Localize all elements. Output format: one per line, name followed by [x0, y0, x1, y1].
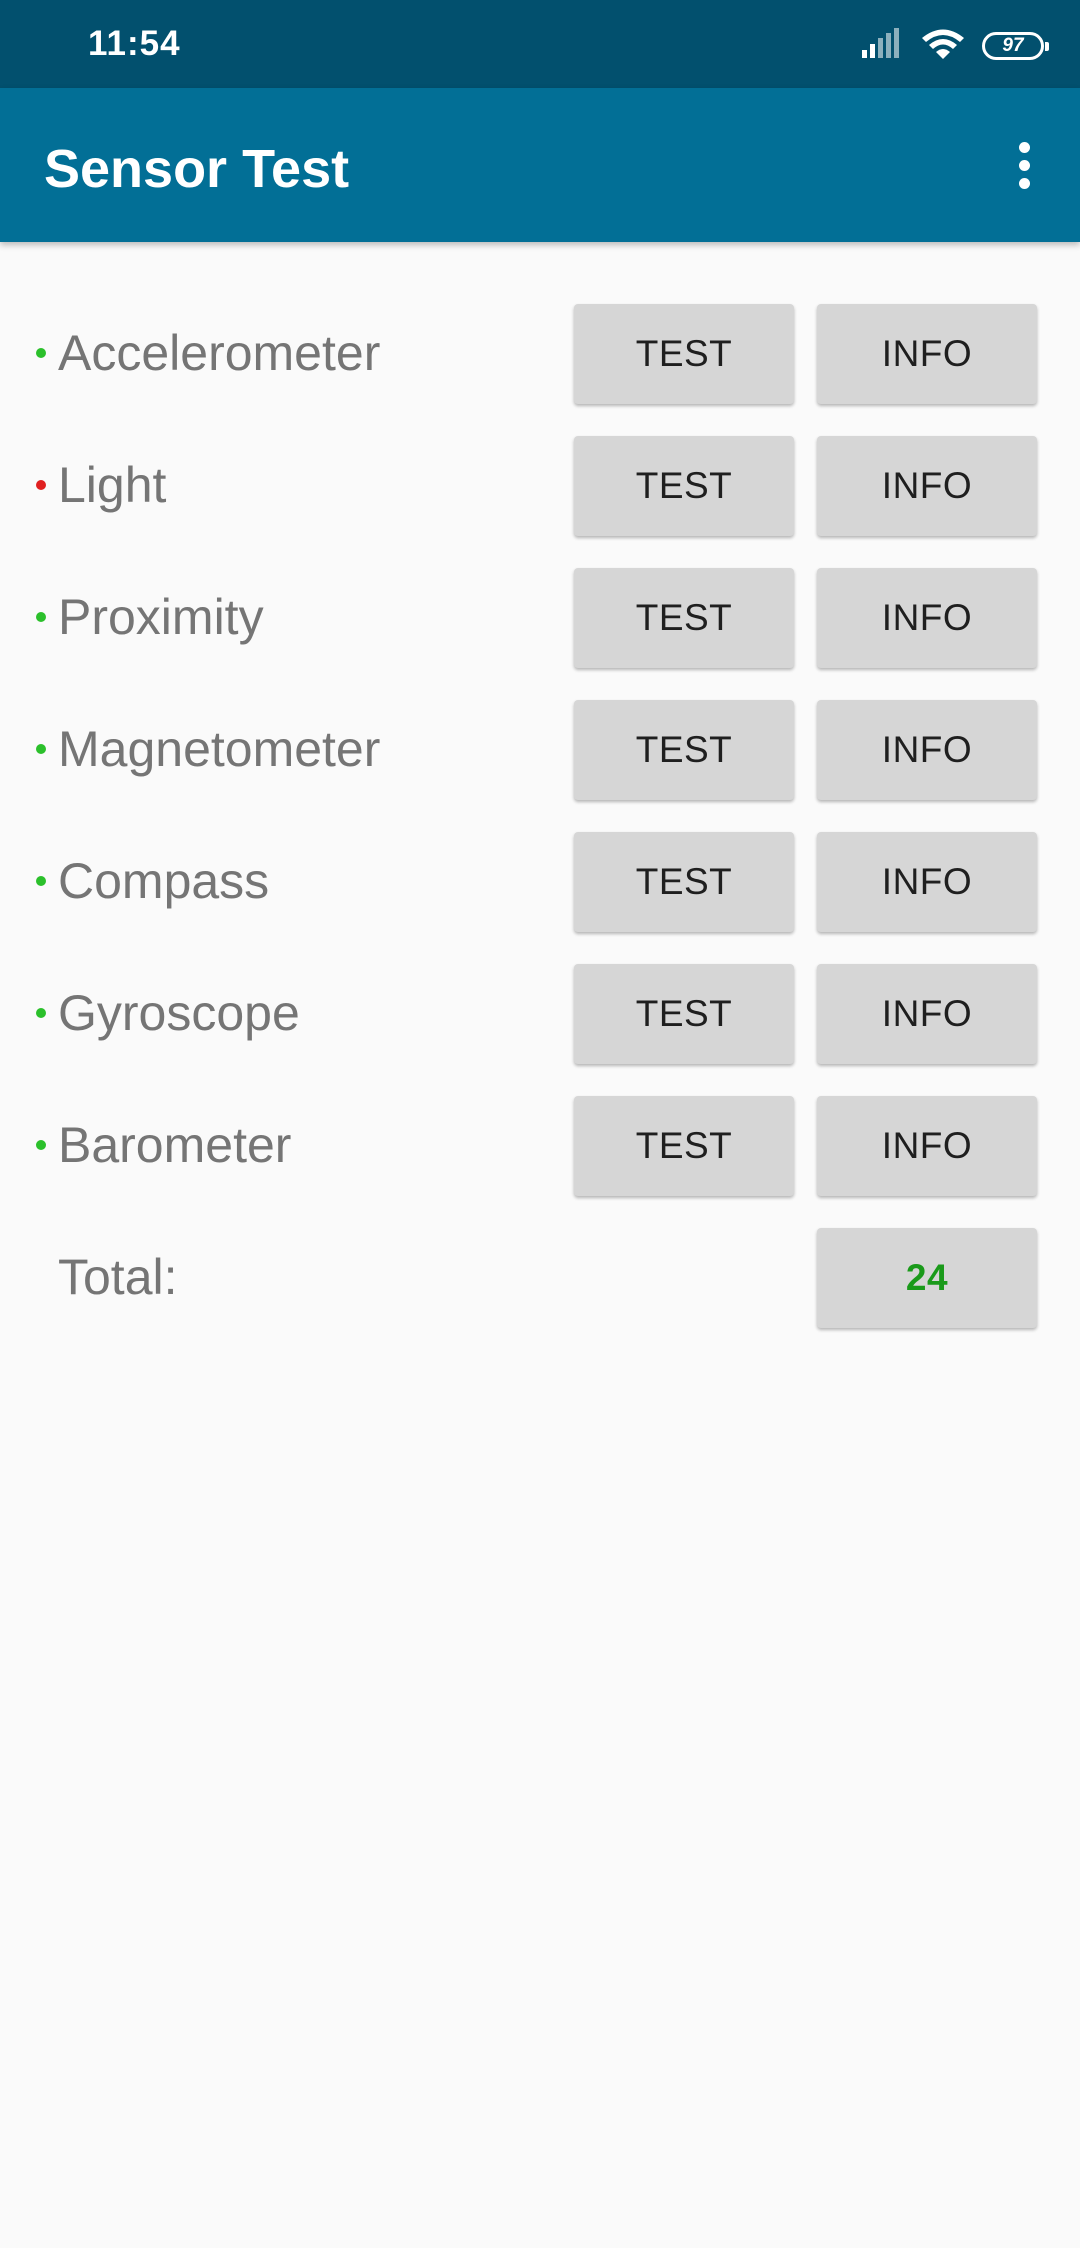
sensor-row-barometer: Barometer TEST INFO: [0, 1082, 1080, 1214]
info-button-proximity[interactable]: INFO: [817, 568, 1037, 668]
battery-icon: 97: [982, 32, 1049, 60]
total-row: Total: 24: [0, 1214, 1080, 1346]
status-dot: [36, 744, 46, 754]
info-button-light[interactable]: INFO: [817, 436, 1037, 536]
status-icons: 97: [860, 26, 1049, 66]
sensor-row-gyroscope: Gyroscope TEST INFO: [0, 950, 1080, 1082]
sensor-name: Proximity: [58, 589, 264, 645]
info-button-barometer[interactable]: INFO: [817, 1096, 1037, 1196]
test-button-light[interactable]: TEST: [574, 436, 794, 536]
status-dot: [36, 1008, 46, 1018]
sensor-name: Gyroscope: [58, 985, 300, 1041]
sensor-row-proximity: Proximity TEST INFO: [0, 554, 1080, 686]
info-button-gyroscope[interactable]: INFO: [817, 964, 1037, 1064]
total-value[interactable]: 24: [817, 1228, 1037, 1328]
sensor-name: Magnetometer: [58, 721, 381, 777]
status-bar: 11:54 97: [0, 0, 1080, 88]
total-label: Total:: [58, 1249, 178, 1305]
info-button-magnetometer[interactable]: INFO: [817, 700, 1037, 800]
info-button-accelerometer[interactable]: INFO: [817, 304, 1037, 404]
app-bar: Sensor Test: [0, 88, 1080, 242]
status-time: 11:54: [88, 24, 181, 63]
test-button-proximity[interactable]: TEST: [574, 568, 794, 668]
wifi-icon: [920, 27, 966, 66]
info-button-compass[interactable]: INFO: [817, 832, 1037, 932]
app-title: Sensor Test: [44, 139, 350, 199]
sensor-row-compass: Compass TEST INFO: [0, 818, 1080, 950]
sensor-name: Barometer: [58, 1117, 292, 1173]
sensor-row-light: Light TEST INFO: [0, 422, 1080, 554]
status-dot: [36, 348, 46, 358]
sensor-name: Light: [58, 457, 167, 513]
more-vert-icon[interactable]: [994, 132, 1054, 198]
signal-icon: [860, 27, 904, 65]
sensor-row-magnetometer: Magnetometer TEST INFO: [0, 686, 1080, 818]
test-button-compass[interactable]: TEST: [574, 832, 794, 932]
test-button-magnetometer[interactable]: TEST: [574, 700, 794, 800]
sensor-name: Compass: [58, 853, 270, 909]
test-button-gyroscope[interactable]: TEST: [574, 964, 794, 1064]
status-dot: [36, 876, 46, 886]
status-dot: [36, 480, 46, 490]
status-dot: [36, 1140, 46, 1150]
sensor-name: Accelerometer: [58, 325, 381, 381]
test-button-accelerometer[interactable]: TEST: [574, 304, 794, 404]
test-button-barometer[interactable]: TEST: [574, 1096, 794, 1196]
status-dot: [36, 612, 46, 622]
sensor-row-accelerometer: Accelerometer TEST INFO: [0, 290, 1080, 422]
